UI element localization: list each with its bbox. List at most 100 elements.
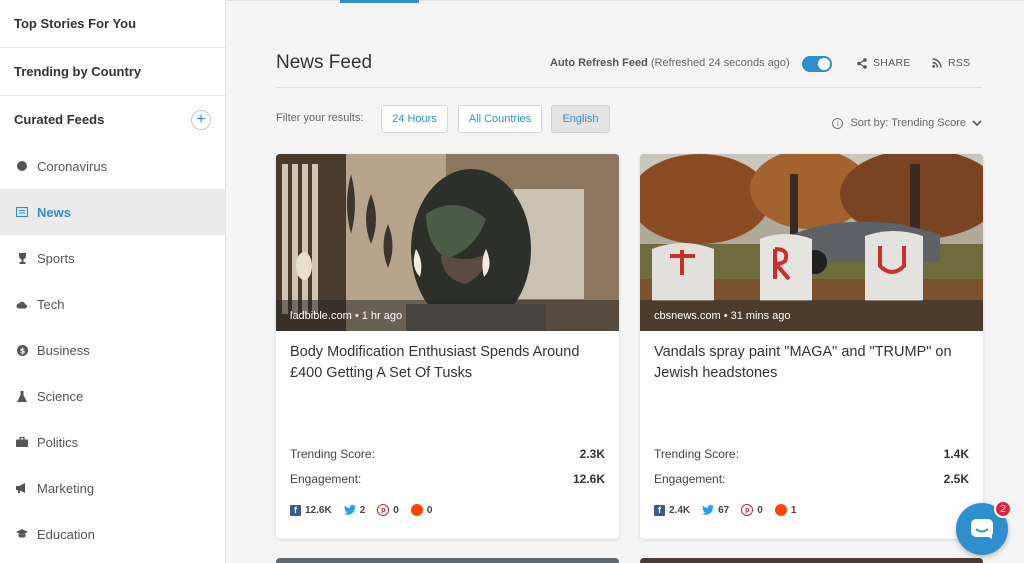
sidebar-item-label: Sports bbox=[37, 250, 75, 266]
sidebar-trending-by-country[interactable]: Trending by Country bbox=[0, 48, 225, 96]
engagement-label: Engagement: bbox=[290, 472, 362, 486]
article-title[interactable]: Vandals spray paint "MAGA" and "TRUMP" o… bbox=[654, 342, 969, 384]
facebook-count: 2.4K bbox=[669, 504, 691, 516]
trending-score-label: Trending Score: bbox=[654, 447, 739, 461]
facebook-icon: f bbox=[654, 504, 665, 516]
sidebar-trending-label: Trending by Country bbox=[14, 64, 142, 79]
social-stats: f 12.6K 2 p0 0 bbox=[290, 504, 444, 516]
filter-time-chip[interactable]: 24 Hours bbox=[381, 105, 448, 133]
sidebar-top-stories[interactable]: Top Stories For You bbox=[0, 0, 225, 48]
rss-button[interactable]: RSS bbox=[932, 57, 971, 69]
article-card[interactable]: ladbible.com • 1 hr ago Body Modificatio… bbox=[276, 154, 619, 539]
sidebar-item-label: Tech bbox=[37, 296, 65, 312]
filter-language-chip[interactable]: English bbox=[551, 105, 610, 133]
sidebar-item-politics[interactable]: Politics bbox=[0, 419, 225, 465]
facebook-stat: f 2.4K bbox=[654, 504, 691, 516]
rss-icon bbox=[932, 58, 942, 68]
article-card[interactable]: cbsnews.com • 31 mins ago Vandals spray … bbox=[640, 154, 983, 539]
sidebar-item-sports[interactable]: Sports bbox=[0, 235, 225, 281]
sidebar-item-news[interactable]: News bbox=[0, 189, 225, 235]
twitter-icon bbox=[702, 505, 715, 515]
add-feed-button[interactable]: + bbox=[191, 109, 211, 130]
twitter-stat: 2 bbox=[343, 504, 366, 516]
refresh-time: (Refreshed 24 seconds ago) bbox=[650, 57, 790, 69]
auto-refresh-status: Auto Refresh Feed (Refreshed 24 seconds … bbox=[550, 57, 790, 69]
sidebar-item-label: News bbox=[37, 204, 71, 220]
trending-score-value: 2.3K bbox=[579, 447, 605, 461]
engagement-row: Engagement: 12.6K bbox=[290, 472, 605, 486]
svg-text:$: $ bbox=[19, 346, 25, 355]
article-image[interactable]: cbsnews.com • 31 mins ago bbox=[640, 154, 983, 331]
share-button[interactable]: SHARE bbox=[857, 57, 911, 69]
sidebar-item-science[interactable]: Science bbox=[0, 373, 225, 419]
engagement-value: 2.5K bbox=[943, 472, 969, 486]
info-icon: i bbox=[832, 117, 844, 129]
article-source: ladbible.com • 1 hr ago bbox=[276, 300, 619, 331]
curated-feeds-header: Curated Feeds + bbox=[0, 96, 225, 143]
trending-score-row: Trending Score: 2.3K bbox=[290, 447, 605, 461]
trending-score-label: Trending Score: bbox=[290, 447, 375, 461]
graduation-cap-icon bbox=[16, 528, 28, 540]
pinterest-count: 0 bbox=[393, 504, 399, 516]
megaphone-icon bbox=[16, 482, 28, 494]
sort-label: Sort by: Trending Score bbox=[850, 117, 966, 129]
dollar-icon: $ bbox=[16, 344, 28, 356]
notification-badge: 2 bbox=[994, 500, 1012, 518]
article-title[interactable]: Body Modification Enthusiast Spends Arou… bbox=[290, 342, 605, 384]
reddit-count: 0 bbox=[426, 504, 433, 516]
article-source: cbsnews.com • 31 mins ago bbox=[640, 300, 983, 331]
pinterest-icon: p bbox=[377, 504, 390, 516]
reddit-stat: 0 bbox=[410, 504, 433, 516]
pinterest-icon: p bbox=[741, 504, 754, 516]
chevron-down-icon bbox=[972, 119, 982, 126]
twitter-count: 67 bbox=[718, 504, 730, 516]
cloud-icon bbox=[16, 298, 28, 310]
sidebar-top-stories-label: Top Stories For You bbox=[14, 16, 137, 31]
twitter-icon bbox=[343, 505, 356, 515]
reddit-stat: 1 bbox=[774, 504, 796, 516]
twitter-count: 2 bbox=[359, 504, 366, 516]
flask-icon bbox=[16, 390, 28, 402]
sidebar-item-coronavirus[interactable]: Coronavirus bbox=[0, 143, 225, 189]
sidebar-item-education[interactable]: Education bbox=[0, 511, 225, 557]
filter-row: Filter your results: 24 Hours All Countr… bbox=[276, 105, 982, 133]
next-article-card-peek[interactable] bbox=[276, 558, 619, 563]
rss-label: RSS bbox=[948, 57, 971, 69]
feed-header: News Feed Auto Refresh Feed (Refreshed 2… bbox=[276, 48, 982, 88]
share-icon bbox=[857, 57, 867, 69]
sidebar-item-marketing[interactable]: Marketing bbox=[0, 465, 225, 511]
curated-feeds-label: Curated Feeds bbox=[14, 112, 105, 127]
filter-country-chip[interactable]: All Countries bbox=[458, 105, 542, 133]
toggle-knob bbox=[818, 58, 830, 70]
engagement-value: 12.6K bbox=[572, 472, 605, 486]
pinterest-count: 0 bbox=[757, 504, 763, 516]
newspaper-icon bbox=[16, 206, 28, 218]
reddit-icon bbox=[410, 504, 423, 516]
active-tab-indicator bbox=[340, 0, 419, 3]
sidebar-item-tech[interactable]: Tech bbox=[0, 281, 225, 327]
sidebar-item-business[interactable]: $ Business bbox=[0, 327, 225, 373]
engagement-label: Engagement: bbox=[654, 472, 726, 486]
trending-score-value: 1.4K bbox=[943, 447, 969, 461]
sidebar-item-label: Education bbox=[37, 526, 95, 542]
sidebar-item-label: Coronavirus bbox=[37, 158, 108, 174]
next-article-card-peek[interactable] bbox=[640, 558, 983, 563]
sidebar-item-label: Politics bbox=[37, 434, 79, 450]
sidebar-item-label: Business bbox=[37, 342, 90, 358]
sidebar-item-label: Science bbox=[37, 388, 84, 404]
trophy-icon bbox=[16, 252, 28, 264]
circle-icon bbox=[16, 160, 28, 172]
article-image[interactable]: ladbible.com • 1 hr ago bbox=[276, 154, 619, 331]
share-label: SHARE bbox=[873, 57, 911, 69]
engagement-row: Engagement: 2.5K bbox=[654, 472, 969, 486]
auto-refresh-label: Auto Refresh Feed bbox=[550, 57, 648, 69]
filter-label: Filter your results: bbox=[276, 112, 364, 124]
sort-dropdown[interactable]: i Sort by: Trending Score bbox=[832, 117, 982, 129]
facebook-count: 12.6K bbox=[305, 504, 332, 516]
twitter-stat: 67 bbox=[702, 505, 729, 516]
auto-refresh-toggle[interactable] bbox=[802, 56, 832, 72]
facebook-stat: f 12.6K bbox=[290, 504, 332, 516]
page-title: News Feed bbox=[276, 52, 373, 73]
sidebar: Top Stories For You Trending by Country … bbox=[0, 0, 226, 563]
facebook-icon: f bbox=[290, 504, 301, 516]
